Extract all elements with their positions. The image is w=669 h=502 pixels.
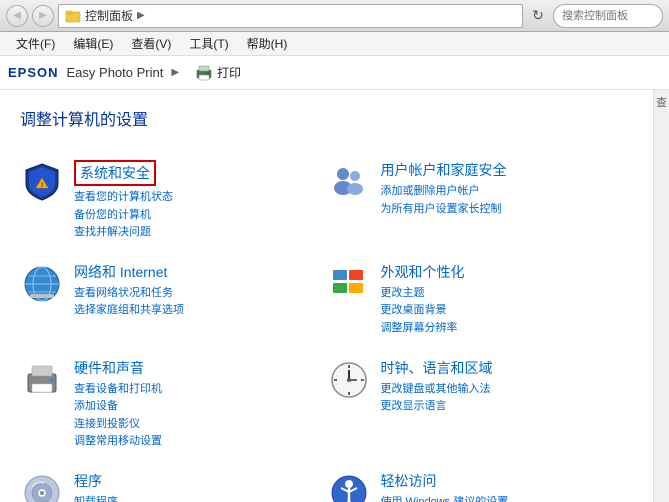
svg-text:!: ! xyxy=(41,182,43,189)
link-uninstall[interactable]: 卸载程序 xyxy=(74,494,327,502)
programs-text: 程序 卸载程序 xyxy=(74,471,327,502)
hardware-icon xyxy=(20,358,64,402)
content-area: 调整计算机的设置 ! 系统和安全 查看您的计算机状态 xyxy=(0,90,653,502)
breadcrumb-separator: ▶ xyxy=(137,10,145,21)
print-icon xyxy=(195,64,213,82)
system-security-text: 系统和安全 查看您的计算机状态 备份您的计算机 查找并解决问题 xyxy=(74,160,327,242)
category-system-security: ! 系统和安全 查看您的计算机状态 备份您的计算机 查找并解决问题 xyxy=(20,150,327,252)
programs-icon xyxy=(20,471,64,502)
toolbar-separator: ▶ xyxy=(171,67,179,78)
folder-icon xyxy=(65,8,81,24)
address-bar: ◀ ▶ 控制面板 ▶ ↻ xyxy=(0,0,669,32)
epson-brand: EPSON xyxy=(8,65,59,80)
category-programs: 程序 卸载程序 xyxy=(20,461,327,502)
user-accounts-text: 用户帐户和家庭安全 添加或删除用户帐户 为所有用户设置家长控制 xyxy=(381,160,634,218)
categories-grid: ! 系统和安全 查看您的计算机状态 备份您的计算机 查找并解决问题 xyxy=(20,150,633,502)
appearance-title[interactable]: 外观和个性化 xyxy=(381,262,465,282)
link-computer-status[interactable]: 查看您的计算机状态 xyxy=(74,189,327,207)
link-windows-recommend[interactable]: 使用 Windows 建议的设置 xyxy=(381,494,634,502)
search-input[interactable] xyxy=(553,4,663,28)
hardware-title[interactable]: 硬件和声音 xyxy=(74,358,144,378)
link-homegroup[interactable]: 选择家庭组和共享选项 xyxy=(74,302,327,320)
network-text: 网络和 Internet 查看网络状况和任务 选择家庭组和共享选项 xyxy=(74,262,327,320)
category-appearance: 外观和个性化 更改主题 更改桌面背景 调整屏幕分辨率 xyxy=(327,252,634,348)
menu-edit[interactable]: 编辑(E) xyxy=(65,33,121,54)
link-troubleshoot[interactable]: 查找并解决问题 xyxy=(74,224,327,242)
programs-title[interactable]: 程序 xyxy=(74,471,102,491)
system-security-title[interactable]: 系统和安全 xyxy=(74,160,156,186)
link-projector[interactable]: 连接到投影仪 xyxy=(74,416,327,434)
clock-title[interactable]: 时钟、语言和区域 xyxy=(381,358,493,378)
menu-view[interactable]: 查看(V) xyxy=(123,33,179,54)
refresh-button[interactable]: ↻ xyxy=(527,5,549,27)
system-security-icon: ! xyxy=(20,160,64,204)
ease-icon xyxy=(327,471,371,502)
toolbar: EPSON Easy Photo Print ▶ 打印 xyxy=(0,56,669,90)
link-devices-printers[interactable]: 查看设备和打印机 xyxy=(74,381,327,399)
menu-bar: 文件(F) 编辑(E) 查看(V) 工具(T) 帮助(H) xyxy=(0,32,669,56)
breadcrumb: 控制面板 ▶ xyxy=(58,4,523,28)
network-title[interactable]: 网络和 Internet xyxy=(74,262,167,282)
scrollbar-hint: 查 xyxy=(654,90,669,114)
menu-help[interactable]: 帮助(H) xyxy=(239,33,296,54)
forward-button[interactable]: ▶ xyxy=(32,5,54,27)
link-backup[interactable]: 备份您的计算机 xyxy=(74,207,327,225)
link-theme[interactable]: 更改主题 xyxy=(381,285,634,303)
back-button[interactable]: ◀ xyxy=(6,5,28,27)
appearance-icon xyxy=(327,262,371,306)
page-title: 调整计算机的设置 xyxy=(20,106,633,130)
main-content: 调整计算机的设置 ! 系统和安全 查看您的计算机状态 xyxy=(0,90,669,502)
ease-text: 轻松访问 使用 Windows 建议的设置 优化视显显示 xyxy=(381,471,634,502)
category-clock: 时钟、语言和区域 更改键盘或其他输入法 更改显示语言 xyxy=(327,348,634,461)
breadcrumb-text: 控制面板 xyxy=(85,7,133,24)
link-add-remove-users[interactable]: 添加或删除用户帐户 xyxy=(381,183,634,201)
photo-print-label: Easy Photo Print xyxy=(67,65,164,80)
link-network-status[interactable]: 查看网络状况和任务 xyxy=(74,285,327,303)
link-keyboard-input[interactable]: 更改键盘或其他输入法 xyxy=(381,381,634,399)
link-desktop-bg[interactable]: 更改桌面背景 xyxy=(381,302,634,320)
link-resolution[interactable]: 调整屏幕分辨率 xyxy=(381,320,634,338)
menu-tools[interactable]: 工具(T) xyxy=(181,33,236,54)
scrollbar[interactable]: 查 xyxy=(653,90,669,502)
user-accounts-icon xyxy=(327,160,371,204)
link-add-device[interactable]: 添加设备 xyxy=(74,398,327,416)
print-button[interactable]: 打印 xyxy=(187,62,249,84)
clock-text: 时钟、语言和区域 更改键盘或其他输入法 更改显示语言 xyxy=(381,358,634,416)
ease-title[interactable]: 轻松访问 xyxy=(381,471,437,491)
hardware-text: 硬件和声音 查看设备和打印机 添加设备 连接到投影仪 调整常用移动设置 xyxy=(74,358,327,451)
link-parental-control[interactable]: 为所有用户设置家长控制 xyxy=(381,201,634,219)
category-ease: 轻松访问 使用 Windows 建议的设置 优化视显显示 xyxy=(327,461,634,502)
category-hardware: 硬件和声音 查看设备和打印机 添加设备 连接到投影仪 调整常用移动设置 xyxy=(20,348,327,461)
menu-file[interactable]: 文件(F) xyxy=(8,33,63,54)
category-user-accounts: 用户帐户和家庭安全 添加或删除用户帐户 为所有用户设置家长控制 xyxy=(327,150,634,252)
appearance-text: 外观和个性化 更改主题 更改桌面背景 调整屏幕分辨率 xyxy=(381,262,634,338)
link-mobile-settings[interactable]: 调整常用移动设置 xyxy=(74,433,327,451)
network-icon xyxy=(20,262,64,306)
link-display-language[interactable]: 更改显示语言 xyxy=(381,398,634,416)
category-network: 网络和 Internet 查看网络状况和任务 选择家庭组和共享选项 xyxy=(20,252,327,348)
print-label: 打印 xyxy=(217,64,241,81)
clock-icon xyxy=(327,358,371,402)
user-accounts-title[interactable]: 用户帐户和家庭安全 xyxy=(381,160,507,180)
